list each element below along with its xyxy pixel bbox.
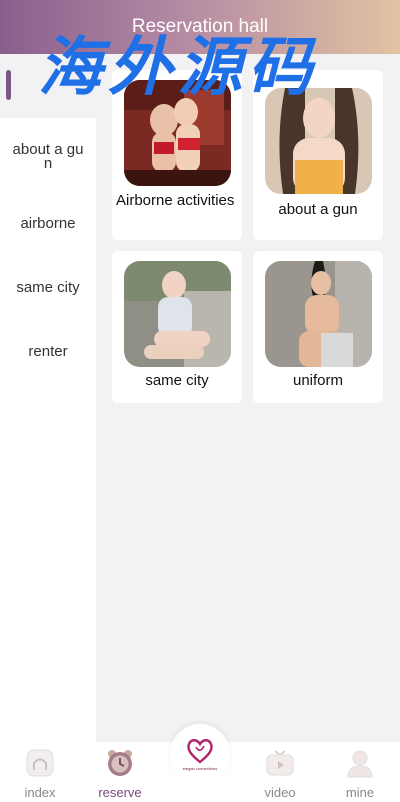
- card-label: about a gun: [278, 201, 358, 218]
- user-icon: [345, 748, 375, 778]
- tab-index[interactable]: index: [0, 742, 80, 802]
- tab-mine[interactable]: mine: [320, 742, 400, 802]
- tab-label: mine: [345, 785, 375, 800]
- sidebar-item-renter[interactable]: renter: [0, 344, 96, 359]
- card-label: Airborne activities: [116, 192, 235, 209]
- center-home-button[interactable]: elegan connections: [170, 724, 230, 784]
- card-label: uniform: [292, 372, 344, 389]
- category-card-same-city[interactable]: same city: [112, 251, 242, 403]
- tab-label: video: [264, 785, 296, 800]
- sidebar-item-same-city[interactable]: same city: [0, 280, 96, 295]
- card-image: [124, 261, 231, 367]
- category-card-uniform[interactable]: uniform: [253, 251, 383, 403]
- tab-reserve[interactable]: reserve: [80, 742, 160, 802]
- card-label: same city: [145, 372, 209, 389]
- sidebar-item-about-a-gun[interactable]: about a gun: [0, 142, 96, 171]
- brand-caption: elegan connections: [182, 766, 218, 771]
- tv-play-icon: [265, 748, 295, 778]
- tab-label: index: [24, 785, 56, 800]
- alarm-clock-icon: [105, 748, 135, 778]
- watermark-text: 海外源码: [38, 30, 318, 105]
- sidebar-active-indicator: [6, 70, 11, 100]
- home-icon: [25, 748, 55, 778]
- tab-video[interactable]: video: [240, 742, 320, 802]
- tab-label: reserve: [98, 785, 142, 800]
- heart-logo-icon: [187, 739, 213, 764]
- card-image: [265, 261, 372, 367]
- sidebar-item-airborne[interactable]: airborne: [0, 216, 96, 231]
- category-sidebar: about a gun airborne same city renter: [0, 118, 96, 742]
